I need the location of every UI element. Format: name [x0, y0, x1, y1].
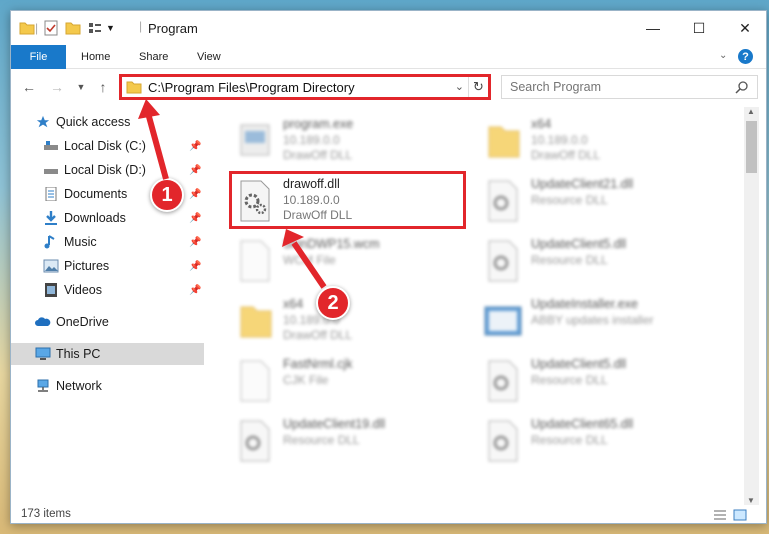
ribbon-tabs: File Home Share View ⌄ ?	[11, 45, 766, 69]
file-highlight-box	[229, 171, 466, 229]
videos-icon	[45, 283, 57, 297]
file-list: program.exe 10.189.0.0 DrawOff DLL x64 1…	[209, 107, 739, 505]
search-icon[interactable]	[735, 80, 749, 94]
search-input[interactable]	[510, 80, 720, 94]
list-item[interactable]: UpdateClient19.dll Resource DLL	[235, 413, 475, 469]
sidebar-item-label: Network	[56, 379, 102, 393]
recent-locations-button[interactable]: ▼	[71, 77, 91, 97]
sidebar-item-label: Downloads	[64, 211, 126, 225]
ribbon-expand-icon[interactable]: ⌄	[719, 50, 727, 61]
folder-icon	[126, 81, 142, 94]
dll-icon	[488, 360, 518, 402]
properties-icon[interactable]	[43, 20, 59, 36]
pin-icon: 📌	[189, 188, 202, 200]
pin-icon: 📌	[189, 212, 202, 224]
list-item[interactable]: UpdateClient5.dll Resource DLL	[483, 353, 723, 409]
sidebar-item-label: Videos	[64, 283, 102, 297]
callout-2-arrow	[282, 229, 327, 289]
explorer-window: | ▼ | Program — ☐ ✕ File Home Share View…	[10, 10, 767, 524]
dll-icon	[488, 240, 518, 282]
pin-icon: 📌	[189, 260, 202, 272]
pin-icon: 📌	[189, 164, 202, 176]
folder-icon	[240, 306, 272, 338]
file-icon	[240, 240, 270, 282]
drive-icon	[44, 169, 58, 174]
pc-icon	[35, 347, 51, 360]
new-folder-icon[interactable]	[65, 20, 81, 36]
installer-icon	[484, 306, 522, 336]
file-icon	[240, 360, 270, 402]
address-path[interactable]: C:\Program Files\Program Directory	[148, 80, 355, 95]
folder-icon[interactable]	[19, 20, 35, 36]
title-bar: | ▼ | Program — ☐ ✕	[11, 11, 766, 45]
tab-file[interactable]: File	[11, 45, 66, 69]
dll-icon	[240, 420, 270, 462]
minimize-button[interactable]: —	[630, 11, 676, 45]
downloads-icon	[45, 211, 57, 225]
tab-home[interactable]: Home	[81, 45, 110, 69]
details-view-icon[interactable]	[713, 509, 727, 521]
status-bar: 173 items	[11, 505, 766, 525]
address-dropdown-icon[interactable]: ⌄	[455, 80, 464, 93]
callout-1-arrow	[138, 99, 169, 180]
maximize-button[interactable]: ☐	[676, 11, 722, 45]
sidebar-item-network[interactable]: Network	[11, 375, 204, 397]
list-item[interactable]: FastNrml.cjk CJK File	[235, 353, 475, 409]
dll-icon	[488, 180, 518, 222]
list-item[interactable]: UpdateClient21.dll Resource DLL	[483, 173, 723, 229]
quick-access-toolbar: | ▼	[19, 19, 115, 37]
dll-icon	[488, 420, 518, 462]
window-title: Program	[148, 21, 198, 36]
item-count: 173 items	[21, 508, 71, 520]
network-icon	[37, 379, 49, 392]
list-item[interactable]: x64 10.189.0.0 DrawOff DLL	[483, 113, 723, 169]
pin-icon: 📌	[189, 140, 202, 152]
exe-icon	[240, 124, 270, 156]
tab-share[interactable]: Share	[139, 45, 168, 69]
list-item[interactable]: program.exe 10.189.0.0 DrawOff DLL	[235, 113, 475, 169]
scroll-up-icon[interactable]: ▲	[747, 107, 755, 116]
sidebar-item-label: Pictures	[64, 259, 110, 273]
scroll-down-icon[interactable]: ▼	[747, 496, 755, 505]
navigation-row: ← → ▼ ↑ C:\Program Files\Program Directo…	[11, 73, 766, 101]
help-icon[interactable]: ?	[738, 49, 753, 64]
search-box[interactable]	[501, 75, 758, 99]
sidebar-item-label: Documents	[64, 187, 128, 201]
sidebar-item-music[interactable]: Music 📌	[11, 231, 204, 253]
folder-icon	[488, 126, 520, 158]
sidebar-item-onedrive[interactable]: OneDrive	[11, 311, 204, 333]
sidebar-item-downloads[interactable]: Downloads 📌	[11, 207, 204, 229]
sidebar-item-label: OneDrive	[56, 315, 109, 329]
pictures-icon	[43, 259, 59, 273]
sidebar-item-videos[interactable]: Videos 📌	[11, 279, 204, 301]
pin-icon: 📌	[189, 284, 202, 296]
close-button[interactable]: ✕	[722, 11, 768, 45]
list-item[interactable]: UpdateInstaller.exe ABBY updates install…	[483, 293, 723, 349]
vertical-scrollbar[interactable]: ▲ ▼	[744, 107, 759, 505]
scroll-thumb[interactable]	[746, 121, 757, 173]
onedrive-icon	[35, 317, 51, 326]
sidebar-item-pictures[interactable]: Pictures 📌	[11, 255, 204, 277]
customize-qa-dropdown[interactable]: ▼	[106, 23, 115, 33]
sidebar-item-this-pc[interactable]: This PC	[11, 343, 204, 365]
large-icons-view-icon[interactable]	[733, 509, 747, 521]
view-options-icon[interactable]	[87, 20, 103, 36]
back-button[interactable]: ←	[19, 77, 39, 97]
list-item[interactable]: UpdateClient65.dll Resource DLL	[483, 413, 723, 469]
pin-icon: 📌	[189, 236, 202, 248]
documents-icon	[45, 187, 57, 201]
title-separator: |	[139, 19, 143, 33]
up-button[interactable]: ↑	[93, 77, 113, 97]
sidebar-item-label: This PC	[56, 347, 101, 361]
refresh-icon[interactable]: ↻	[468, 77, 488, 97]
sidebar-item-label: Music	[64, 235, 97, 249]
list-item[interactable]: UpdateClient5.dll Resource DLL	[483, 233, 723, 289]
drive-icon	[44, 141, 58, 150]
music-icon	[44, 235, 55, 249]
forward-button[interactable]: →	[47, 77, 67, 97]
tab-view[interactable]: View	[197, 45, 221, 69]
star-icon	[36, 115, 50, 128]
sidebar-item-label: Quick access	[56, 115, 131, 129]
